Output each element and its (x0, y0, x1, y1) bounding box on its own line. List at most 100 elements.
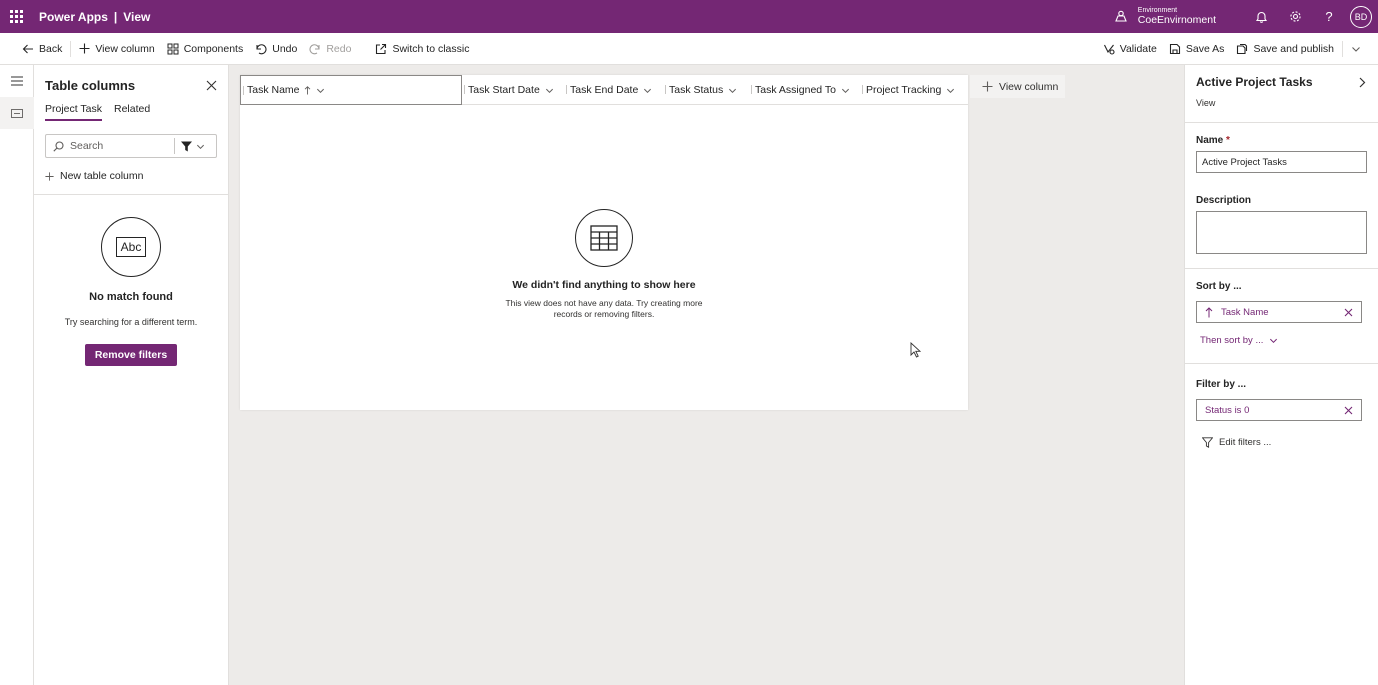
column-header-task-assigned-to[interactable]: Task Assigned To (749, 75, 860, 105)
column-header-label: Task End Date (570, 84, 639, 96)
panel-tabs: Project Task Related (34, 97, 228, 121)
save-as-label: Save As (1185, 42, 1225, 55)
column-header-label: Project Tracking (866, 84, 942, 96)
table-grid-icon (575, 209, 633, 267)
sort-by-label: Sort by ... (1196, 281, 1242, 292)
notifications-button[interactable] (1244, 0, 1278, 33)
filter-chip[interactable]: Status is 0 (1196, 399, 1362, 421)
close-icon[interactable] (1344, 406, 1353, 415)
abc-icon-text: Abc (115, 237, 147, 257)
column-header-task-name[interactable]: Task Name (240, 75, 462, 105)
left-rail (0, 65, 34, 685)
chevron-down-icon (196, 144, 205, 149)
table-columns-icon (11, 108, 23, 118)
app-name[interactable]: Power Apps (39, 10, 108, 24)
panel-title: Table columns (45, 77, 136, 93)
required-marker: * (1226, 135, 1230, 146)
chevron-down-icon (841, 88, 849, 93)
app-title: Power Apps | View (39, 10, 150, 24)
view-title: Active Project Tasks (1196, 75, 1313, 89)
environment-name: CoeEnvirnoment (1137, 13, 1216, 26)
empty-description: This view does not have any data. Try cr… (505, 298, 703, 320)
remove-filters-button[interactable]: Remove filters (85, 344, 177, 366)
undo-button[interactable]: Undo (249, 33, 303, 65)
column-header-project-tracking[interactable]: Project Tracking (860, 75, 964, 105)
edit-filters-button[interactable]: Edit filters ... (1185, 421, 1378, 448)
help-icon: ? (1325, 9, 1333, 24)
validate-icon (1103, 44, 1115, 55)
components-button[interactable]: Components (161, 33, 250, 65)
plus-icon (79, 43, 90, 54)
chevron-right-icon[interactable] (1357, 77, 1367, 88)
redo-button[interactable]: Redo (303, 33, 357, 65)
chevron-down-icon (1270, 338, 1278, 344)
save-as-button[interactable]: Save As (1163, 33, 1231, 65)
sort-ascending-icon (1205, 306, 1213, 317)
name-field[interactable]: Active Project Tasks (1196, 151, 1367, 173)
environment-icon (1114, 11, 1127, 23)
validate-label: Validate (1119, 42, 1157, 55)
add-view-column-button[interactable]: View column (970, 75, 1065, 98)
name-label: Name * (1185, 123, 1378, 146)
help-button[interactable]: ? (1312, 0, 1346, 33)
close-icon[interactable] (1344, 308, 1353, 317)
chevron-down-icon (1352, 46, 1360, 52)
mouse-cursor-icon (910, 342, 921, 358)
open-external-icon (376, 43, 387, 54)
switch-to-classic-button[interactable]: Switch to classic (369, 33, 475, 65)
search-box (45, 134, 217, 158)
no-match-title: No match found (89, 291, 173, 303)
app-launcher-button[interactable] (0, 0, 33, 33)
tab-related[interactable]: Related (114, 103, 150, 121)
chevron-down-icon (644, 88, 652, 93)
view-column-button[interactable]: View column (73, 33, 160, 65)
save-options-dropdown[interactable] (1345, 33, 1378, 65)
table-columns-rail-button[interactable] (0, 97, 34, 129)
switch-to-classic-label: Switch to classic (392, 42, 470, 55)
close-icon[interactable] (206, 80, 217, 91)
column-header-label: Task Assigned To (755, 84, 836, 96)
collapse-menu-button[interactable] (0, 65, 34, 97)
top-bar: Power Apps | View Environment CoeEnvirno… (0, 0, 1378, 33)
filter-button[interactable] (175, 141, 211, 152)
settings-button[interactable] (1278, 0, 1312, 33)
then-sort-by-button[interactable]: Then sort by ... (1185, 323, 1378, 346)
then-sort-by-label: Then sort by ... (1200, 335, 1264, 346)
save-as-icon (1169, 43, 1180, 54)
view-subtitle: View (1196, 98, 1216, 108)
grid-header: Task Name Task Start Date Task End Date … (240, 75, 968, 105)
new-table-column-button[interactable]: New table column (34, 158, 228, 182)
description-field[interactable] (1196, 211, 1367, 254)
plus-icon (982, 81, 993, 92)
sort-chip-label: Task Name (1221, 306, 1269, 318)
save-and-publish-label: Save and publish (1253, 42, 1334, 55)
column-header-task-start-date[interactable]: Task Start Date (462, 75, 564, 105)
waffle-icon (10, 10, 23, 23)
sort-ascending-icon (304, 85, 310, 94)
bell-icon (1255, 11, 1267, 23)
hamburger-icon (11, 76, 23, 86)
arrow-left-icon (22, 44, 33, 53)
column-header-task-end-date[interactable]: Task End Date (564, 75, 663, 105)
description-label: Description (1196, 195, 1252, 206)
validate-button[interactable]: Validate (1097, 33, 1163, 65)
environment-picker[interactable]: Environment CoeEnvirnoment (1114, 7, 1216, 26)
save-and-publish-button[interactable]: Save and publish (1230, 33, 1340, 65)
chevron-down-icon (316, 88, 324, 93)
plus-icon (45, 171, 54, 181)
abc-icon: Abc (101, 217, 161, 277)
tab-project-task[interactable]: Project Task (45, 103, 102, 121)
command-bar: Back View column Components Undo Redo Sw… (0, 33, 1378, 65)
components-label: Components (183, 42, 244, 55)
divider (1342, 40, 1343, 57)
search-icon (46, 140, 70, 152)
sort-chip[interactable]: Task Name (1196, 301, 1362, 323)
back-button[interactable]: Back (16, 33, 68, 65)
avatar[interactable]: BD (1350, 5, 1372, 28)
column-header-task-status[interactable]: Task Status (663, 75, 749, 105)
column-header-label: Task Start Date (468, 84, 540, 96)
components-icon (167, 43, 179, 54)
divider (70, 40, 72, 57)
view-grid: Task Name Task Start Date Task End Date … (240, 75, 968, 410)
search-input[interactable] (70, 140, 170, 152)
